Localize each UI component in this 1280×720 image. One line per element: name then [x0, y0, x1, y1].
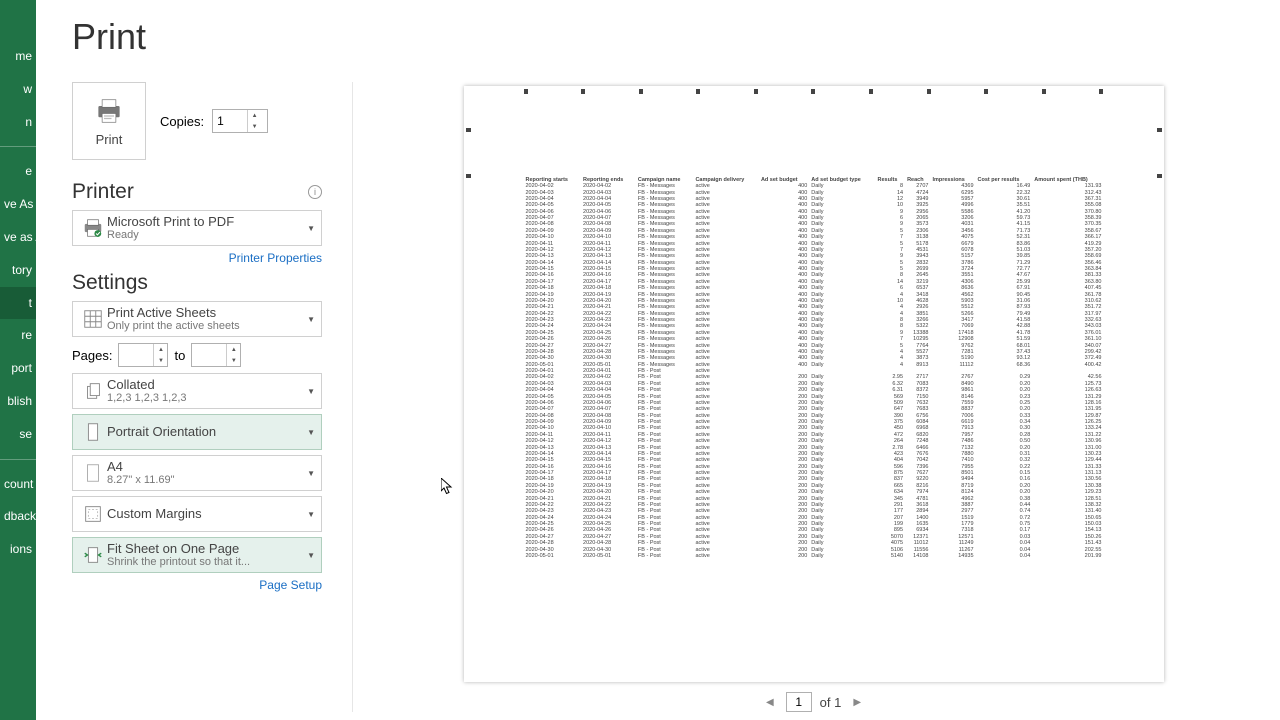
- table-row: 2020-04-192020-04-19FB - Messagesactive4…: [524, 291, 1104, 297]
- nav-item[interactable]: e: [0, 155, 36, 188]
- next-page-button[interactable]: ▶: [849, 697, 865, 708]
- table-row: 2020-04-222020-04-22FB - Messagesactive4…: [524, 311, 1104, 317]
- table-row: 2020-04-142020-04-14FB - Messagesactive4…: [524, 260, 1104, 266]
- table-row: 2020-04-282020-04-28FB - Messagesactive4…: [524, 349, 1104, 355]
- print-what-select[interactable]: Print Active Sheets Only print the activ…: [72, 301, 322, 337]
- copies-stepper[interactable]: ▲▼: [212, 109, 268, 133]
- table-row: 2020-04-162020-04-16FB - Messagesactive4…: [524, 272, 1104, 278]
- copies-input[interactable]: [213, 114, 247, 128]
- pages-to-input[interactable]: [192, 348, 226, 362]
- nav-item[interactable]: re: [0, 319, 36, 352]
- table-row: 2020-04-262020-04-26FB - Messagesactive4…: [524, 336, 1104, 342]
- paper-size-select[interactable]: A4 8.27" x 11.69" ▼: [72, 455, 322, 491]
- scaling-select[interactable]: Fit Sheet on One Page Shrink the printou…: [72, 537, 322, 573]
- nav-item[interactable]: port: [0, 352, 36, 385]
- table-row: 2020-04-112020-04-11FB - Messagesactive4…: [524, 240, 1104, 246]
- table-row: 2020-04-202020-04-20FB - Messagesactive4…: [524, 298, 1104, 304]
- print-button-label: Print: [96, 132, 123, 147]
- page-title: Print: [72, 16, 1244, 58]
- nav-item[interactable]: ve as Adobe F: [0, 221, 36, 254]
- print-main: Print Print Copies: ▲▼ Printer i: [36, 0, 1280, 720]
- orientation-select[interactable]: Portrait Orientation ▼: [72, 414, 322, 450]
- collation-select[interactable]: Collated 1,2,3 1,2,3 1,2,3 ▼: [72, 373, 322, 409]
- fit-page-icon: [82, 544, 104, 566]
- table-row: 2020-04-102020-04-10FB - Messagesactive4…: [524, 234, 1104, 240]
- nav-item[interactable]: n: [0, 106, 36, 139]
- table-row: 2020-04-092020-04-09FB - Messagesactive4…: [524, 228, 1104, 234]
- nav-item[interactable]: count: [0, 468, 36, 501]
- margins-icon: [82, 503, 104, 525]
- table-row: 2020-05-012020-05-01FB - Postactive200Da…: [524, 553, 1104, 559]
- table-row: 2020-04-212020-04-21FB - Messagesactive4…: [524, 304, 1104, 310]
- pages-to-stepper[interactable]: ▲▼: [191, 343, 241, 367]
- chevron-down-icon: ▼: [307, 224, 315, 233]
- printer-icon: [94, 96, 124, 126]
- table-row: 2020-04-122020-04-12FB - Messagesactive4…: [524, 247, 1104, 253]
- printer-section-title: Printer: [72, 180, 134, 204]
- nav-item[interactable]: t: [0, 287, 36, 320]
- table-row: 2020-04-272020-04-27FB - Messagesactive4…: [524, 342, 1104, 348]
- table-row: 2020-04-132020-04-13FB - Messagesactive4…: [524, 253, 1104, 259]
- pages-from-input[interactable]: [119, 348, 153, 362]
- printer-status: Ready: [107, 229, 307, 242]
- chevron-down-icon[interactable]: ▼: [248, 121, 261, 132]
- print-preview: Reporting startsReporting endsCampaign n…: [464, 86, 1164, 682]
- table-row: 2020-04-182020-04-18FB - Messagesactive4…: [524, 285, 1104, 291]
- page-total: of 1: [820, 695, 842, 710]
- nav-item[interactable]: ve As: [0, 188, 36, 221]
- backstage-nav: mewneve Asve as Adobe Ftorytreportblishs…: [0, 0, 36, 720]
- table-row: 2020-04-252020-04-25FB - Messagesactive4…: [524, 330, 1104, 336]
- printer-ready-icon: [82, 217, 104, 239]
- chevron-down-icon: ▼: [307, 510, 315, 519]
- table-row: 2020-05-012020-05-01FB - Messagesactive4…: [524, 362, 1104, 368]
- chevron-up-icon[interactable]: ▲: [248, 110, 261, 121]
- table-row: 2020-04-302020-04-30FB - Messagesactive4…: [524, 355, 1104, 361]
- nav-item[interactable]: se: [0, 418, 36, 451]
- table-row: 2020-04-242020-04-24FB - Messagesactive4…: [524, 323, 1104, 329]
- table-row: 2020-04-172020-04-17FB - Messagesactive4…: [524, 279, 1104, 285]
- chevron-down-icon: ▼: [307, 551, 315, 560]
- nav-item[interactable]: tory: [0, 254, 36, 287]
- copies-label: Copies:: [160, 114, 204, 129]
- nav-item[interactable]: dback: [0, 500, 36, 533]
- info-icon[interactable]: i: [308, 185, 322, 199]
- printer-select[interactable]: Microsoft Print to PDF Ready ▼: [72, 210, 322, 246]
- margins-select[interactable]: Custom Margins ▼: [72, 496, 322, 532]
- portrait-icon: [82, 421, 104, 443]
- table-row: 2020-04-152020-04-15FB - Messagesactive4…: [524, 266, 1104, 272]
- pages-to-label: to: [174, 348, 185, 363]
- nav-item[interactable]: w: [0, 73, 36, 106]
- prev-page-button[interactable]: ◀: [762, 697, 778, 708]
- chevron-down-icon: ▼: [307, 315, 315, 324]
- chevron-down-icon: ▼: [307, 428, 315, 437]
- printer-properties-link[interactable]: Printer Properties: [229, 251, 322, 265]
- nav-item[interactable]: me: [0, 40, 36, 73]
- nav-item[interactable]: ions: [0, 533, 36, 566]
- print-button[interactable]: Print: [72, 82, 146, 160]
- printer-name: Microsoft Print to PDF: [107, 214, 307, 230]
- table-row: 2020-04-042020-04-04FB - Messagesactive4…: [524, 196, 1104, 202]
- table-row: 2020-04-032020-04-03FB - Messagesactive4…: [524, 189, 1104, 195]
- settings-section-title: Settings: [72, 271, 148, 295]
- page-number-input[interactable]: [786, 692, 812, 712]
- sheet-icon: [82, 308, 104, 330]
- chevron-down-icon: ▼: [307, 387, 315, 396]
- table-row: 2020-04-232020-04-23FB - Messagesactive4…: [524, 317, 1104, 323]
- chevron-down-icon: ▼: [307, 469, 315, 478]
- page-icon: [82, 462, 104, 484]
- table-row: 2020-04-052020-04-05FB - Messagesactive4…: [524, 202, 1104, 208]
- page-setup-link[interactable]: Page Setup: [259, 578, 322, 592]
- table-row: 2020-04-072020-04-07FB - Messagesactive4…: [524, 215, 1104, 221]
- pages-label: Pages:: [72, 348, 112, 363]
- table-row: 2020-04-062020-04-06FB - Messagesactive4…: [524, 209, 1104, 215]
- table-row: 2020-04-082020-04-08FB - Messagesactive4…: [524, 221, 1104, 227]
- collate-icon: [82, 380, 104, 402]
- table-row: 2020-04-022020-04-02FB - Messagesactive4…: [524, 183, 1104, 189]
- nav-item[interactable]: blish: [0, 385, 36, 418]
- pages-from-stepper[interactable]: ▲▼: [118, 343, 168, 367]
